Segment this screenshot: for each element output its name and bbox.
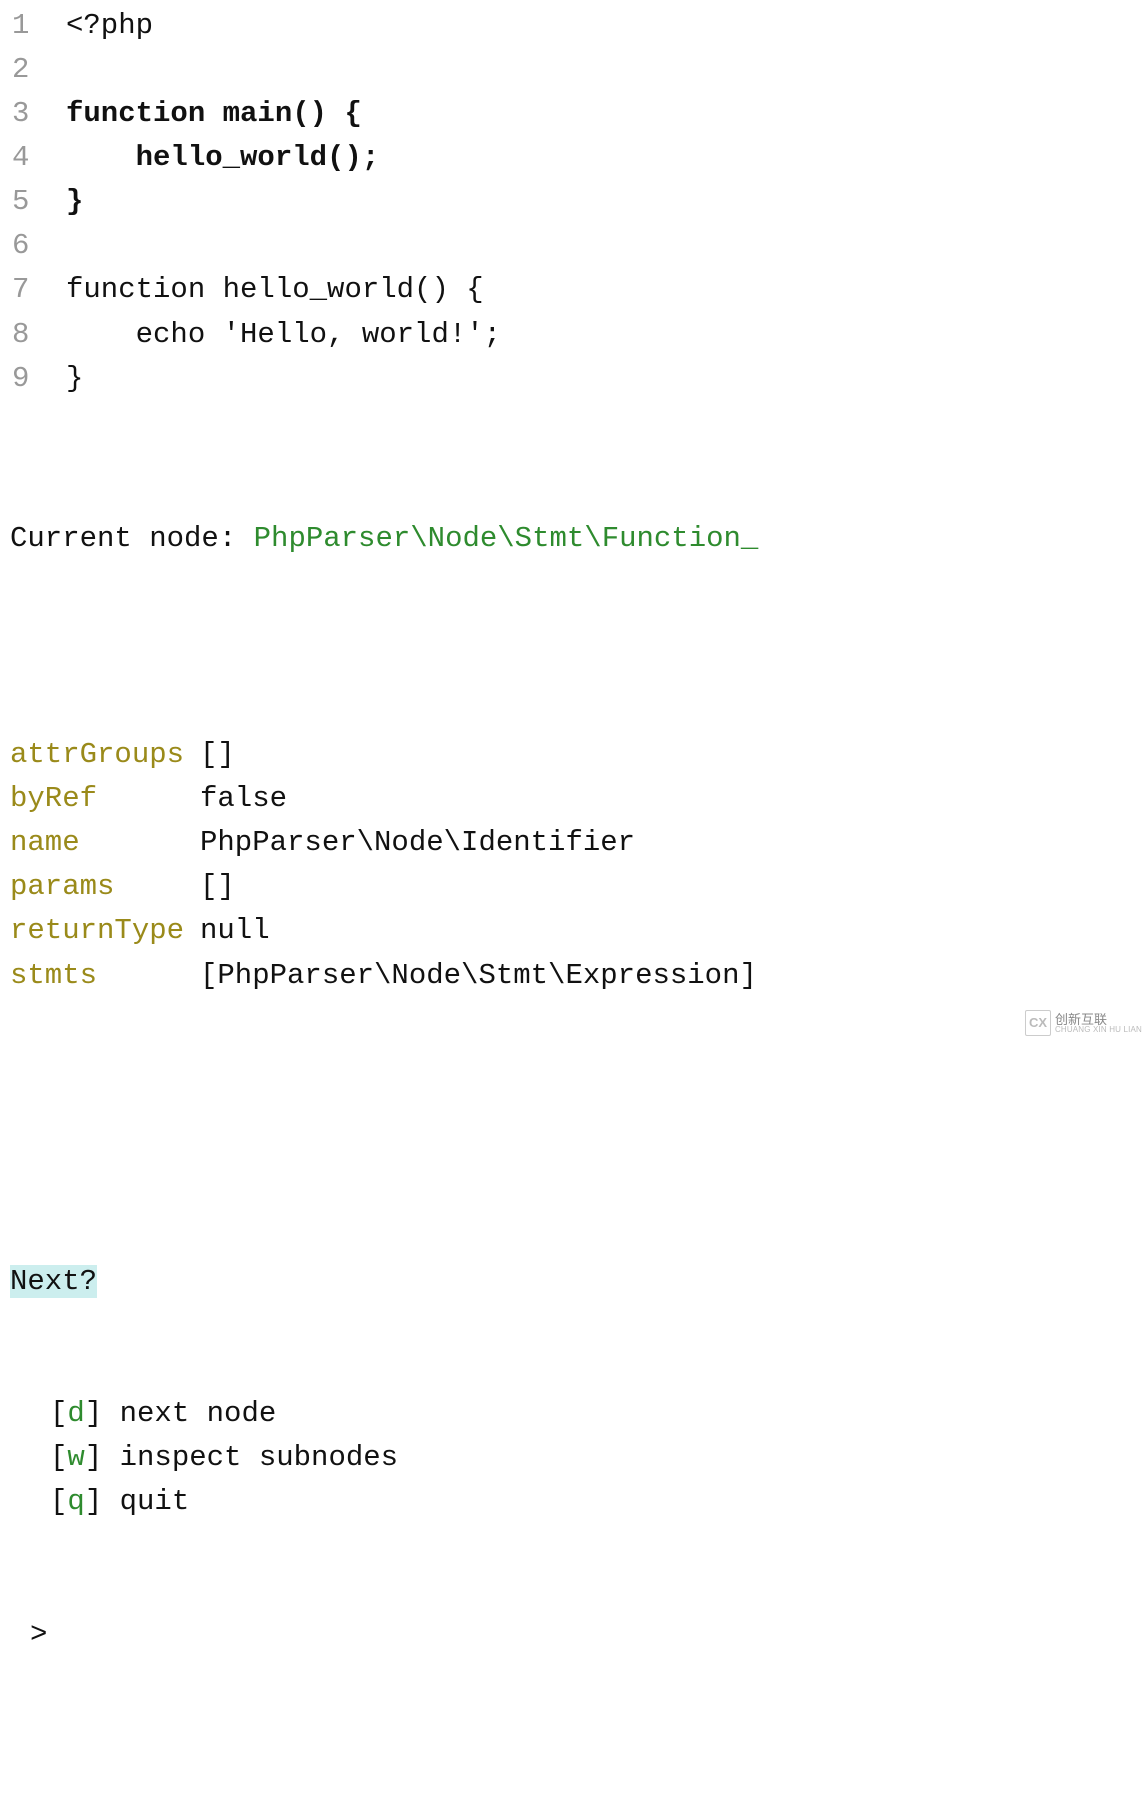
line-number: 1 <box>0 4 66 48</box>
prompt-block: Next? [d] next node[w] inspect subnodes[… <box>10 1172 1132 1745</box>
menu-key-char: q <box>67 1485 84 1518</box>
line-number: 2 <box>0 48 66 92</box>
attribute-row: stmts[PhpParser\Node\Stmt\Expression] <box>10 954 1132 998</box>
menu-key: [q] <box>50 1480 120 1524</box>
line-number: 4 <box>0 136 66 180</box>
line-number: 3 <box>0 92 66 136</box>
menu-key-char: d <box>67 1397 84 1430</box>
attribute-value: [] <box>200 865 235 909</box>
prompt-menu: [d] next node[w] inspect subnodes[q] qui… <box>10 1392 1132 1524</box>
prompt-caret[interactable]: > <box>10 1613 1132 1657</box>
prompt-question-text: Next? <box>10 1265 97 1298</box>
line-number: 8 <box>0 313 66 357</box>
attribute-key: params <box>10 865 200 909</box>
code-line: 1<?php <box>0 4 1142 48</box>
menu-key: [w] <box>50 1436 120 1480</box>
current-node-line: Current node: PhpParser\Node\Stmt\Functi… <box>10 517 1132 561</box>
code-line: 3function main() { <box>0 92 1142 136</box>
attributes-list: attrGroups[]byReffalsenamePhpParser\Node… <box>10 733 1132 997</box>
menu-label: next node <box>120 1392 277 1436</box>
attribute-value: [] <box>200 733 235 777</box>
output-block: Current node: PhpParser\Node\Stmt\Functi… <box>0 401 1142 1789</box>
line-number: 5 <box>0 180 66 224</box>
menu-option[interactable]: [w] inspect subnodes <box>10 1436 1132 1480</box>
line-number: 9 <box>0 357 66 401</box>
attribute-value: false <box>200 777 287 821</box>
attribute-key: returnType <box>10 909 200 953</box>
code-text: } <box>66 180 83 224</box>
menu-label: quit <box>120 1480 190 1524</box>
watermark-line1: 创新互联 <box>1055 1013 1142 1026</box>
attribute-value: PhpParser\Node\Identifier <box>200 821 635 865</box>
watermark: CX 创新互联 CHUANG XIN HU LIAN <box>1025 1010 1142 1036</box>
attribute-row: namePhpParser\Node\Identifier <box>10 821 1132 865</box>
code-line: 9} <box>0 357 1142 401</box>
attribute-key: attrGroups <box>10 733 200 777</box>
code-block: 1<?php23function main() {4 hello_world()… <box>0 4 1142 401</box>
current-node-value: PhpParser\Node\Stmt\Function_ <box>254 522 759 555</box>
code-text: } <box>66 357 83 401</box>
prompt-question: Next? <box>10 1260 1132 1304</box>
attribute-row: attrGroups[] <box>10 733 1132 777</box>
watermark-line2: CHUANG XIN HU LIAN <box>1055 1026 1142 1034</box>
attribute-value: null <box>200 909 270 953</box>
line-number: 6 <box>0 224 66 268</box>
code-text: function main() { <box>66 92 362 136</box>
attribute-key: name <box>10 821 200 865</box>
code-line: 2 <box>0 48 1142 92</box>
code-line: 8 echo 'Hello, world!'; <box>0 313 1142 357</box>
menu-key-char: w <box>67 1441 84 1474</box>
menu-option[interactable]: [q] quit <box>10 1480 1132 1524</box>
code-text: hello_world(); <box>66 136 379 180</box>
line-number: 7 <box>0 268 66 312</box>
code-line: 5} <box>0 180 1142 224</box>
code-line: 4 hello_world(); <box>0 136 1142 180</box>
code-text: function hello_world() { <box>66 268 484 312</box>
attribute-row: returnTypenull <box>10 909 1132 953</box>
menu-option[interactable]: [d] next node <box>10 1392 1132 1436</box>
current-node-label: Current node: <box>10 522 254 555</box>
code-text: <?php <box>66 4 153 48</box>
code-text: echo 'Hello, world!'; <box>66 313 501 357</box>
menu-key: [d] <box>50 1392 120 1436</box>
menu-label: inspect subnodes <box>120 1436 398 1480</box>
attribute-row: byReffalse <box>10 777 1132 821</box>
code-line: 7function hello_world() { <box>0 268 1142 312</box>
attribute-key: stmts <box>10 954 200 998</box>
attribute-row: params[] <box>10 865 1132 909</box>
code-line: 6 <box>0 224 1142 268</box>
watermark-logo: CX <box>1025 1010 1051 1036</box>
attribute-value: [PhpParser\Node\Stmt\Expression] <box>200 954 757 998</box>
attribute-key: byRef <box>10 777 200 821</box>
